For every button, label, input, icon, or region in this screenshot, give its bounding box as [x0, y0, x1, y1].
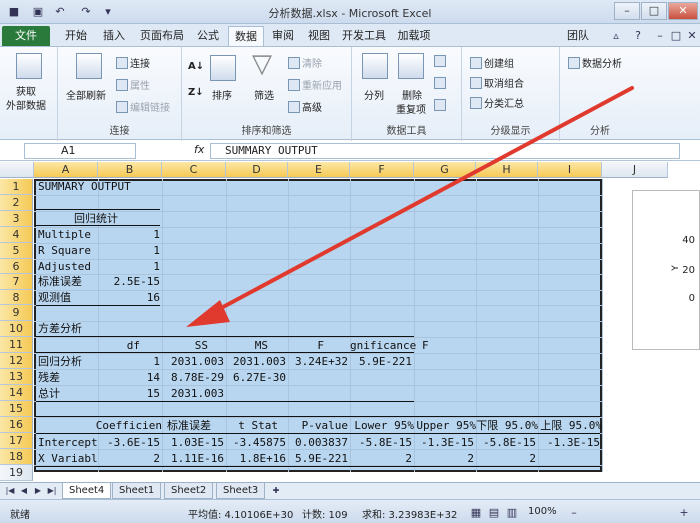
next-sheet-icon[interactable]: ▶	[32, 485, 44, 497]
annotation-arrow-icon	[186, 86, 634, 327]
page-break-view-icon[interactable]: ▥	[504, 505, 520, 520]
zoom-level[interactable]: 100%	[528, 506, 557, 517]
status-bar: 就绪 平均值: 4.10106E+30 计数: 109 求和: 3.23983E…	[0, 499, 700, 523]
prev-sheet-icon[interactable]: ◀	[18, 485, 30, 497]
sheet-tab-sheet3[interactable]: Sheet3	[216, 483, 266, 499]
status-ready: 就绪	[10, 510, 30, 521]
status-count: 计数: 109	[302, 510, 348, 521]
sheet-tab-sheet4[interactable]: Sheet4	[62, 483, 112, 499]
normal-view-icon[interactable]: ▦	[468, 505, 484, 520]
last-sheet-icon[interactable]: ▶|	[46, 485, 58, 497]
page-layout-view-icon[interactable]: ▤	[486, 505, 502, 520]
first-sheet-icon[interactable]: |◀	[4, 485, 16, 497]
new-sheet-icon[interactable]: ✚	[270, 485, 282, 497]
zoom-in-icon[interactable]: +	[676, 505, 692, 520]
sheet-tab-bar: |◀ ◀ ▶ ▶| Sheet4 Sheet1 Sheet2 Sheet3 ✚	[0, 482, 700, 499]
sheet-tab-sheet2[interactable]: Sheet2	[164, 483, 214, 499]
status-average: 平均值: 4.10106E+30	[188, 510, 294, 521]
zoom-out-icon[interactable]: –	[566, 505, 582, 520]
sheet-tab-sheet1[interactable]: Sheet1	[112, 483, 162, 499]
status-sum: 求和: 3.23983E+32	[362, 510, 458, 521]
